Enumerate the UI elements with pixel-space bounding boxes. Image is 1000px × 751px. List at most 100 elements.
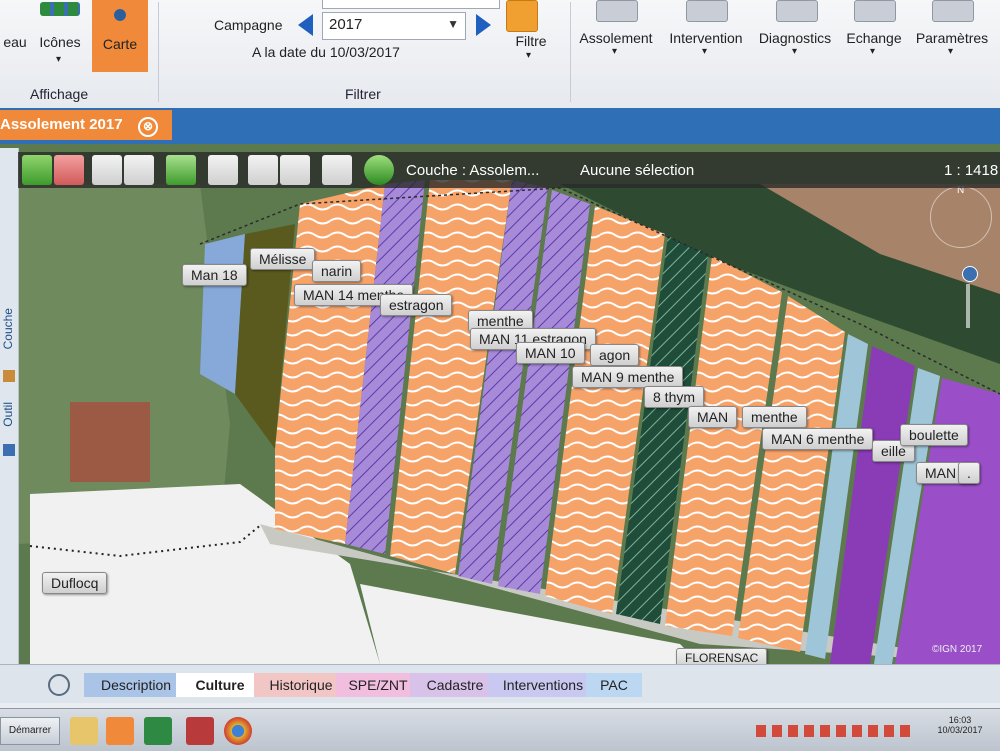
map-label-text: boulette: [909, 427, 959, 443]
windows-taskbar: Démarrer 16:03 10/03/2017: [0, 708, 1000, 751]
chevron-down-icon: ▾: [612, 46, 618, 57]
remove-icon[interactable]: [54, 155, 84, 185]
tab-assolement-2017[interactable]: Assolement 2017 ⊗: [0, 110, 172, 140]
clock-time: 16:03: [948, 715, 972, 725]
scissors-icon[interactable]: [248, 155, 278, 185]
echange-menu-button[interactable]: Echange ▾: [840, 0, 908, 75]
refresh-icon[interactable]: [166, 155, 196, 185]
assolement-menu-button[interactable]: Assolement ▾: [574, 0, 658, 75]
aerial-building: [70, 402, 150, 482]
start-label: Démarrer: [8, 725, 52, 736]
left-side-rail: Couche Outil: [0, 148, 19, 668]
campagne-select[interactable]: 2017 ▼: [322, 12, 466, 40]
play-icon[interactable]: [364, 155, 394, 185]
search-icon[interactable]: [322, 155, 352, 185]
tab-culture[interactable]: Culture: [176, 673, 264, 697]
place-label-duflocq[interactable]: Duflocq: [42, 572, 108, 594]
tool-icon[interactable]: [3, 444, 15, 456]
place-label-florensac[interactable]: FLORENSAC: [676, 648, 768, 664]
media-player-icon[interactable]: [106, 717, 134, 745]
map-label[interactable]: MAN 6 menthe: [762, 428, 874, 450]
tab-label: Interventions: [502, 677, 584, 693]
date-text: A la date du 10/03/2017: [252, 44, 400, 60]
ribbon-separator: [570, 2, 571, 102]
assolement-menu-label: Assolement: [579, 30, 653, 46]
add-icon[interactable]: [22, 155, 52, 185]
map-label[interactable]: 8 thym: [644, 386, 705, 408]
chevron-down-icon: ▾: [526, 50, 532, 61]
intervention-menu-button[interactable]: Intervention ▾: [662, 0, 750, 75]
map-label-text: agon: [599, 347, 631, 363]
campagne-next-arrow-icon[interactable]: [476, 14, 491, 36]
map-label-text: MAN 10: [525, 345, 576, 361]
folder-icon[interactable]: [70, 717, 98, 745]
close-icon[interactable]: ⊗: [138, 117, 158, 137]
chevron-down-icon: ▾: [56, 54, 62, 65]
map-label-text: narin: [321, 263, 353, 279]
tab-cadastre[interactable]: Cadastre: [410, 673, 500, 697]
map-label[interactable]: MAN 10: [516, 342, 585, 364]
filtre-button[interactable]: Filtre ▾: [500, 0, 562, 70]
north-compass-icon[interactable]: N: [930, 185, 992, 248]
map-label-text: Man 18: [191, 267, 238, 283]
tab-historique[interactable]: Historique: [254, 673, 348, 697]
chevron-down-icon: ▾: [948, 46, 954, 57]
zoom-magnifier-icon[interactable]: [962, 266, 978, 282]
compass-rose-icon: [106, 2, 134, 28]
rail-tab-couche[interactable]: Couche: [1, 308, 15, 349]
map-label-text: menthe: [751, 409, 798, 425]
map-view[interactable]: Man 18 Mélisse narin MAN 14 menthe estra…: [0, 144, 1000, 664]
tray-icons[interactable]: [756, 725, 916, 737]
icones-label: Icônes: [39, 34, 81, 50]
app-icon[interactable]: [186, 717, 214, 745]
intervention-menu-label: Intervention: [669, 30, 743, 46]
excel-icon[interactable]: [144, 717, 172, 745]
diagnostics-menu-button[interactable]: Diagnostics ▾: [752, 0, 838, 75]
copyright-text: ©IGN 2017: [932, 644, 983, 655]
assolement-icon: [596, 0, 638, 22]
tab-interventions[interactable]: Interventions: [488, 673, 598, 697]
clock[interactable]: 16:03 10/03/2017: [930, 715, 990, 735]
filtrer-group-label: Filtrer: [345, 86, 381, 102]
campagne-label: Campagne: [214, 17, 283, 33]
eraser-icon[interactable]: [280, 155, 310, 185]
campagne-prev-arrow-icon[interactable]: [298, 14, 313, 36]
carte-button[interactable]: Carte: [92, 0, 148, 72]
map-label-text: .: [967, 465, 971, 481]
collapse-icon[interactable]: [48, 674, 70, 696]
tab-spe-znt[interactable]: SPE/ZNT: [336, 673, 420, 697]
tab-label: Assolement 2017: [0, 116, 123, 133]
tab-pac[interactable]: PAC: [586, 673, 642, 697]
map-label[interactable]: .: [958, 462, 980, 484]
map-canvas[interactable]: [0, 144, 1000, 664]
parametres-menu-button[interactable]: Paramètres ▾: [910, 0, 994, 75]
tableau-button[interactable]: eau: [0, 34, 30, 50]
map-label[interactable]: agon: [590, 344, 640, 366]
icones-icon: [40, 2, 80, 16]
map-label[interactable]: boulette: [900, 424, 968, 446]
map-label[interactable]: Mélisse: [250, 248, 316, 270]
map-label[interactable]: MAN: [688, 406, 738, 428]
tableau-label: eau: [3, 34, 27, 50]
chrome-icon[interactable]: [224, 717, 252, 745]
map-label[interactable]: estragon: [380, 294, 453, 316]
map-label-text: Mélisse: [259, 251, 307, 267]
chevron-down-icon: ▾: [702, 46, 708, 57]
save-icon[interactable]: [92, 155, 122, 185]
icones-button[interactable]: Icônes ▾: [32, 0, 88, 80]
start-button[interactable]: Démarrer: [0, 717, 60, 745]
chevron-down-icon: ▾: [870, 46, 876, 57]
layers-icon[interactable]: [3, 370, 15, 382]
intervention-icon: [686, 0, 728, 22]
map-label[interactable]: MAN 9 menthe: [572, 366, 684, 388]
filter-top-field[interactable]: [322, 0, 500, 9]
undo-icon[interactable]: [124, 155, 154, 185]
map-label[interactable]: narin: [312, 260, 362, 282]
ribbon-separator: [158, 2, 159, 102]
rotate-icon[interactable]: [208, 155, 238, 185]
map-label[interactable]: menthe: [742, 406, 807, 428]
zoom-slider[interactable]: [966, 284, 970, 328]
map-label[interactable]: Man 18: [182, 264, 247, 286]
tab-description[interactable]: Description: [84, 673, 188, 697]
rail-tab-outil[interactable]: Outil: [1, 402, 15, 427]
